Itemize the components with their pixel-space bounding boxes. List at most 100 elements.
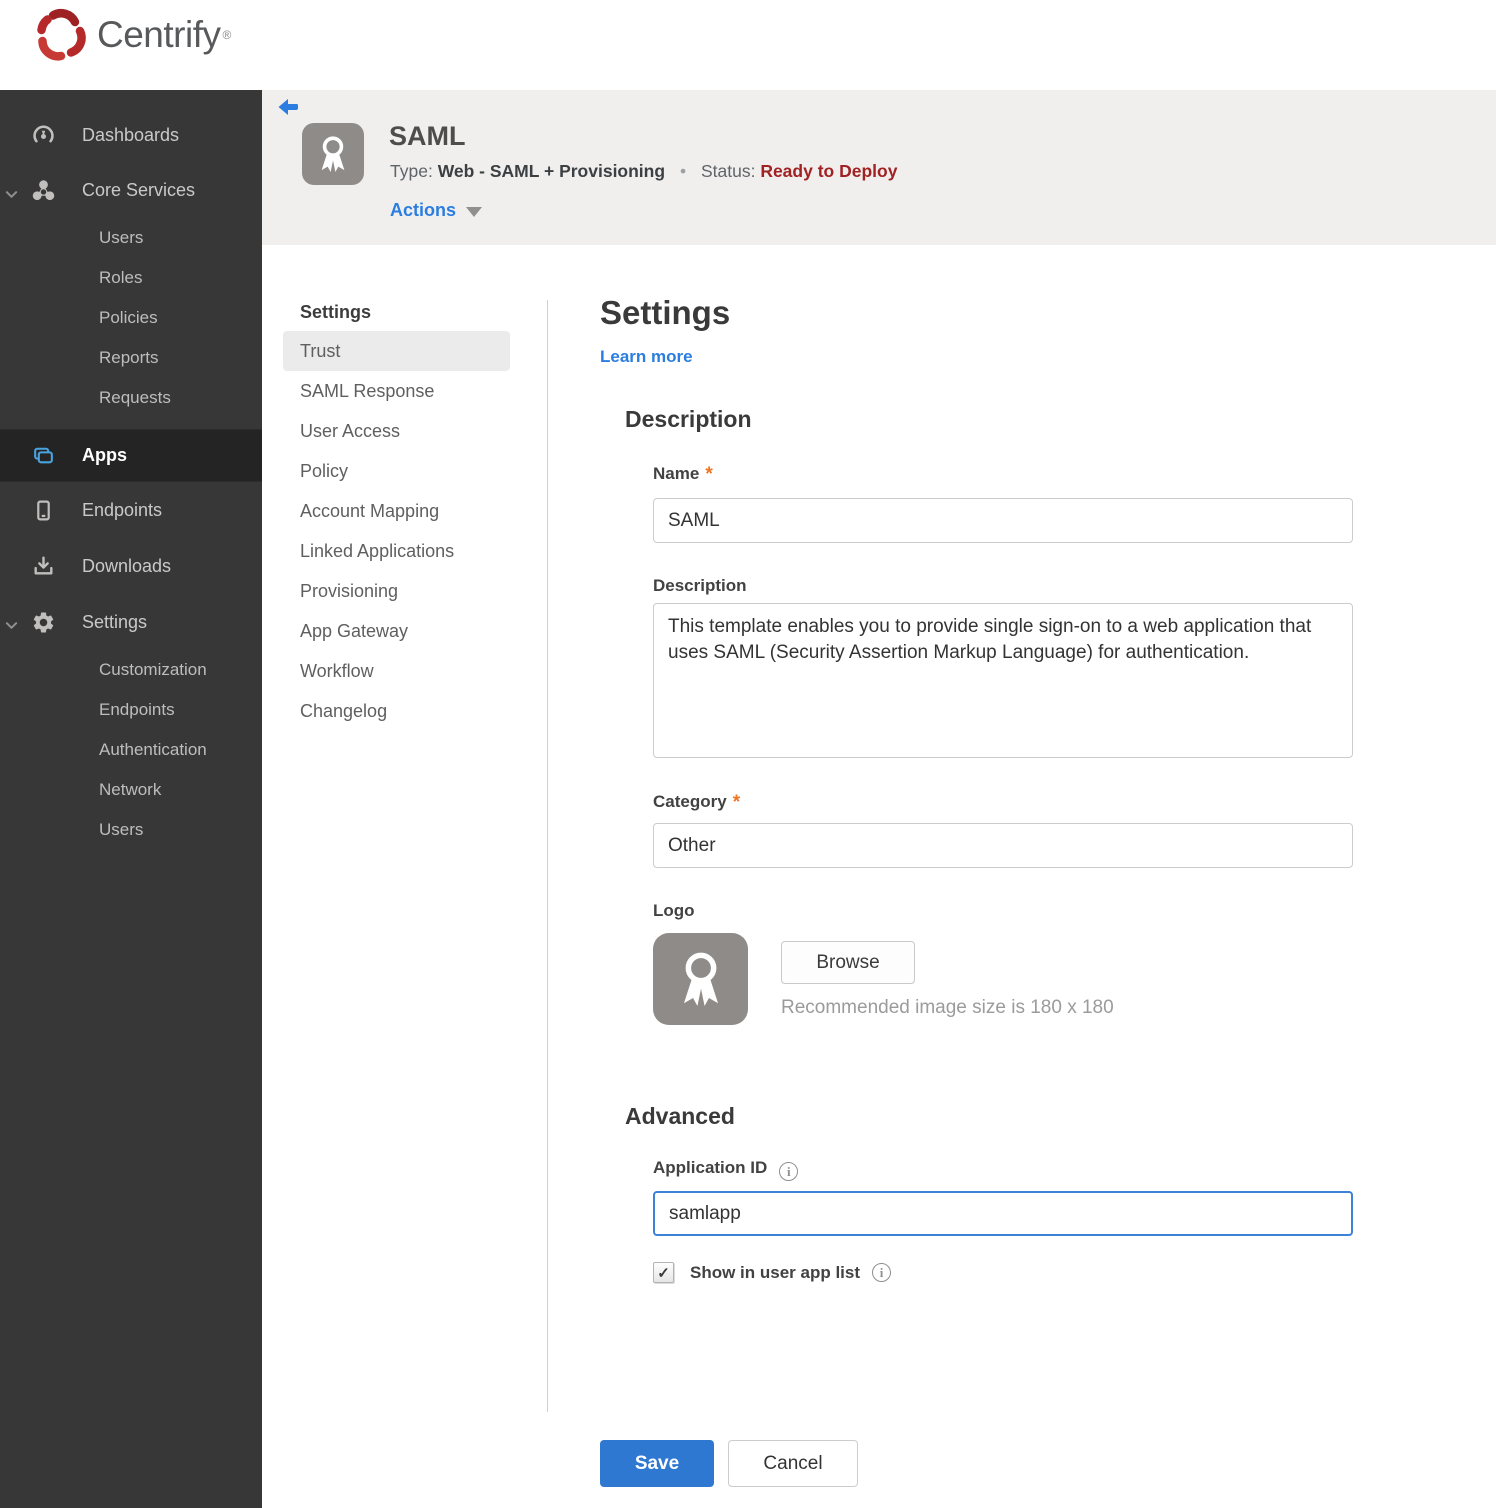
ribbon-icon [321, 136, 345, 172]
chevron-down-icon[interactable] [5, 185, 18, 198]
subnav-item-changelog[interactable]: Changelog [283, 691, 510, 731]
application-id-label-text: Application ID [653, 1158, 768, 1177]
subnav-item-label: Trust [300, 341, 341, 361]
subnav-item-user-access[interactable]: User Access [283, 411, 510, 451]
sidebar-item-roles[interactable]: Roles [0, 258, 262, 298]
logo-preview [653, 933, 748, 1025]
show-in-app-list-checkbox[interactable]: ✓ [653, 1262, 674, 1283]
subnav-item-label: Policy [300, 461, 349, 481]
subnav-item-app-gateway[interactable]: App Gateway [283, 611, 510, 651]
subnav-item-label: Provisioning [300, 581, 399, 601]
sidebar-subitem-label: Authentication [99, 740, 207, 759]
brand-name: Centrify [97, 14, 221, 55]
apps-icon [30, 443, 56, 469]
sidebar-item-policies[interactable]: Policies [0, 298, 262, 338]
logo-size-hint: Recommended image size is 180 x 180 [781, 997, 1114, 1018]
subnav-item-label: Changelog [300, 701, 388, 721]
app-meta-row: Type: Web - SAML + Provisioning • Status… [390, 161, 897, 182]
sidebar-item-settings[interactable]: Settings [0, 594, 262, 650]
sidebar-item-customization[interactable]: Customization [0, 650, 262, 690]
save-button[interactable]: Save [600, 1440, 714, 1487]
status-value: Ready to Deploy [760, 161, 898, 181]
name-label: Name * [653, 464, 713, 486]
subnav-item-label: App Gateway [300, 621, 409, 641]
subnav-item-provisioning[interactable]: Provisioning [283, 571, 510, 611]
status-label: Status: [700, 161, 756, 181]
required-asterisk: * [732, 792, 741, 813]
type-label: Type: [390, 161, 433, 181]
name-input[interactable] [653, 498, 1353, 543]
advanced-section-heading: Advanced [625, 1103, 735, 1129]
name-label-text: Name [653, 464, 700, 483]
subnav-item-account-mapping[interactable]: Account Mapping [283, 491, 510, 531]
sidebar-item-settings-endpoints[interactable]: Endpoints [0, 690, 262, 730]
sidebar-item-settings-users[interactable]: Users [0, 810, 262, 850]
subnav-item-policy[interactable]: Policy [283, 451, 510, 491]
mobile-icon [30, 497, 56, 523]
ribbon-icon [683, 952, 718, 1006]
app-logo-thumbnail [302, 123, 364, 185]
subnav-item-label: Account Mapping [300, 501, 440, 521]
sidebar-item-label: Settings [82, 611, 148, 632]
info-icon[interactable]: i [779, 1162, 799, 1181]
subnav-item-label: Linked Applications [300, 541, 455, 561]
show-in-app-list-row: ✓ Show in user app list i [653, 1262, 892, 1283]
sidebar-item-endpoints[interactable]: Endpoints [0, 482, 262, 538]
sidebar-item-label: Apps [82, 445, 127, 465]
sidebar-item-reports[interactable]: Reports [0, 338, 262, 378]
page-title: Settings [600, 294, 731, 331]
learn-more-link[interactable]: Learn more [600, 347, 693, 367]
sidebar-subitem-label: Users [99, 820, 144, 839]
chevron-down-icon[interactable] [5, 616, 18, 629]
description-label: Description [653, 576, 747, 595]
content-area: Settings Trust SAML Response User Access… [262, 245, 1496, 1508]
sidebar-item-authentication[interactable]: Authentication [0, 730, 262, 770]
category-label-text: Category [653, 792, 727, 811]
cancel-button[interactable]: Cancel [728, 1440, 858, 1487]
subnav-item-label: SAML Response [300, 381, 435, 401]
centrify-logo: Centrify ® [33, 7, 231, 63]
actions-label: Actions [390, 200, 457, 220]
sidebar-item-core-services[interactable]: Core Services [0, 163, 262, 218]
type-value: Web - SAML + Provisioning [437, 161, 666, 181]
centrify-admin-portal: Centrify ® Dashboards Core Services Users… [0, 0, 1496, 1508]
sidebar-item-label: Downloads [82, 555, 172, 576]
gear-icon [30, 609, 56, 635]
sidebar-subitem-label: Network [99, 780, 162, 799]
subnav-item-linked-applications[interactable]: Linked Applications [283, 531, 510, 571]
subnav-item-trust[interactable]: Trust [283, 331, 510, 371]
application-id-label: Application ID i [653, 1158, 799, 1181]
back-arrow-icon[interactable] [277, 98, 301, 116]
sidebar-item-label: Core Services [82, 180, 196, 200]
meta-dot: • [679, 161, 687, 181]
sidebar-subitem-label: Requests [99, 388, 171, 407]
description-section-heading: Description [625, 406, 752, 432]
dropdown-arrow-icon [466, 206, 483, 217]
sidebar-subitem-label: Policies [99, 308, 158, 327]
gauge-icon [30, 123, 56, 149]
sidebar-item-label: Dashboards [82, 125, 180, 145]
sidebar-item-network[interactable]: Network [0, 770, 262, 810]
vertical-divider [547, 300, 548, 1412]
actions-dropdown[interactable]: Actions [390, 200, 483, 221]
sidebar-item-apps[interactable]: Apps [0, 429, 262, 482]
sidebar-item-users[interactable]: Users [0, 218, 262, 258]
sidebar-subitem-label: Customization [99, 660, 207, 679]
core-services-icon [30, 178, 56, 204]
sidebar-item-dashboards[interactable]: Dashboards [0, 108, 262, 163]
top-bar: Centrify ® [0, 0, 1496, 90]
description-textarea[interactable]: This template enables you to provide sin… [653, 603, 1353, 758]
category-input[interactable] [653, 823, 1353, 868]
sidebar-item-requests[interactable]: Requests [0, 378, 262, 418]
category-label: Category * [653, 792, 740, 814]
application-id-input[interactable] [653, 1191, 1353, 1236]
browse-button[interactable]: Browse [781, 941, 915, 984]
sidebar-item-downloads[interactable]: Downloads [0, 538, 262, 594]
subnav-item-saml-response[interactable]: SAML Response [283, 371, 510, 411]
sidebar-item-label: Endpoints [82, 499, 163, 520]
app-settings-subnav: Settings Trust SAML Response User Access… [283, 293, 523, 731]
info-icon[interactable]: i [872, 1263, 892, 1282]
app-header: SAML Type: Web - SAML + Provisioning • S… [262, 90, 1496, 245]
brand-trademark: ® [222, 28, 232, 42]
subnav-item-workflow[interactable]: Workflow [283, 651, 510, 691]
